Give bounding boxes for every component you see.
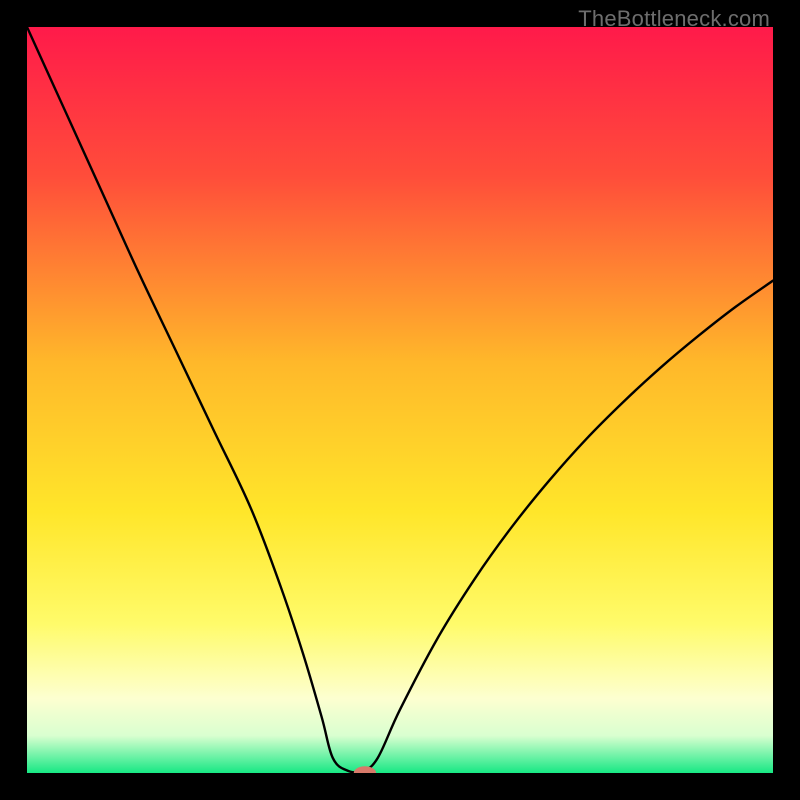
outer-frame: TheBottleneck.com <box>0 0 800 800</box>
bottleneck-chart <box>27 27 773 773</box>
chart-background <box>27 27 773 773</box>
